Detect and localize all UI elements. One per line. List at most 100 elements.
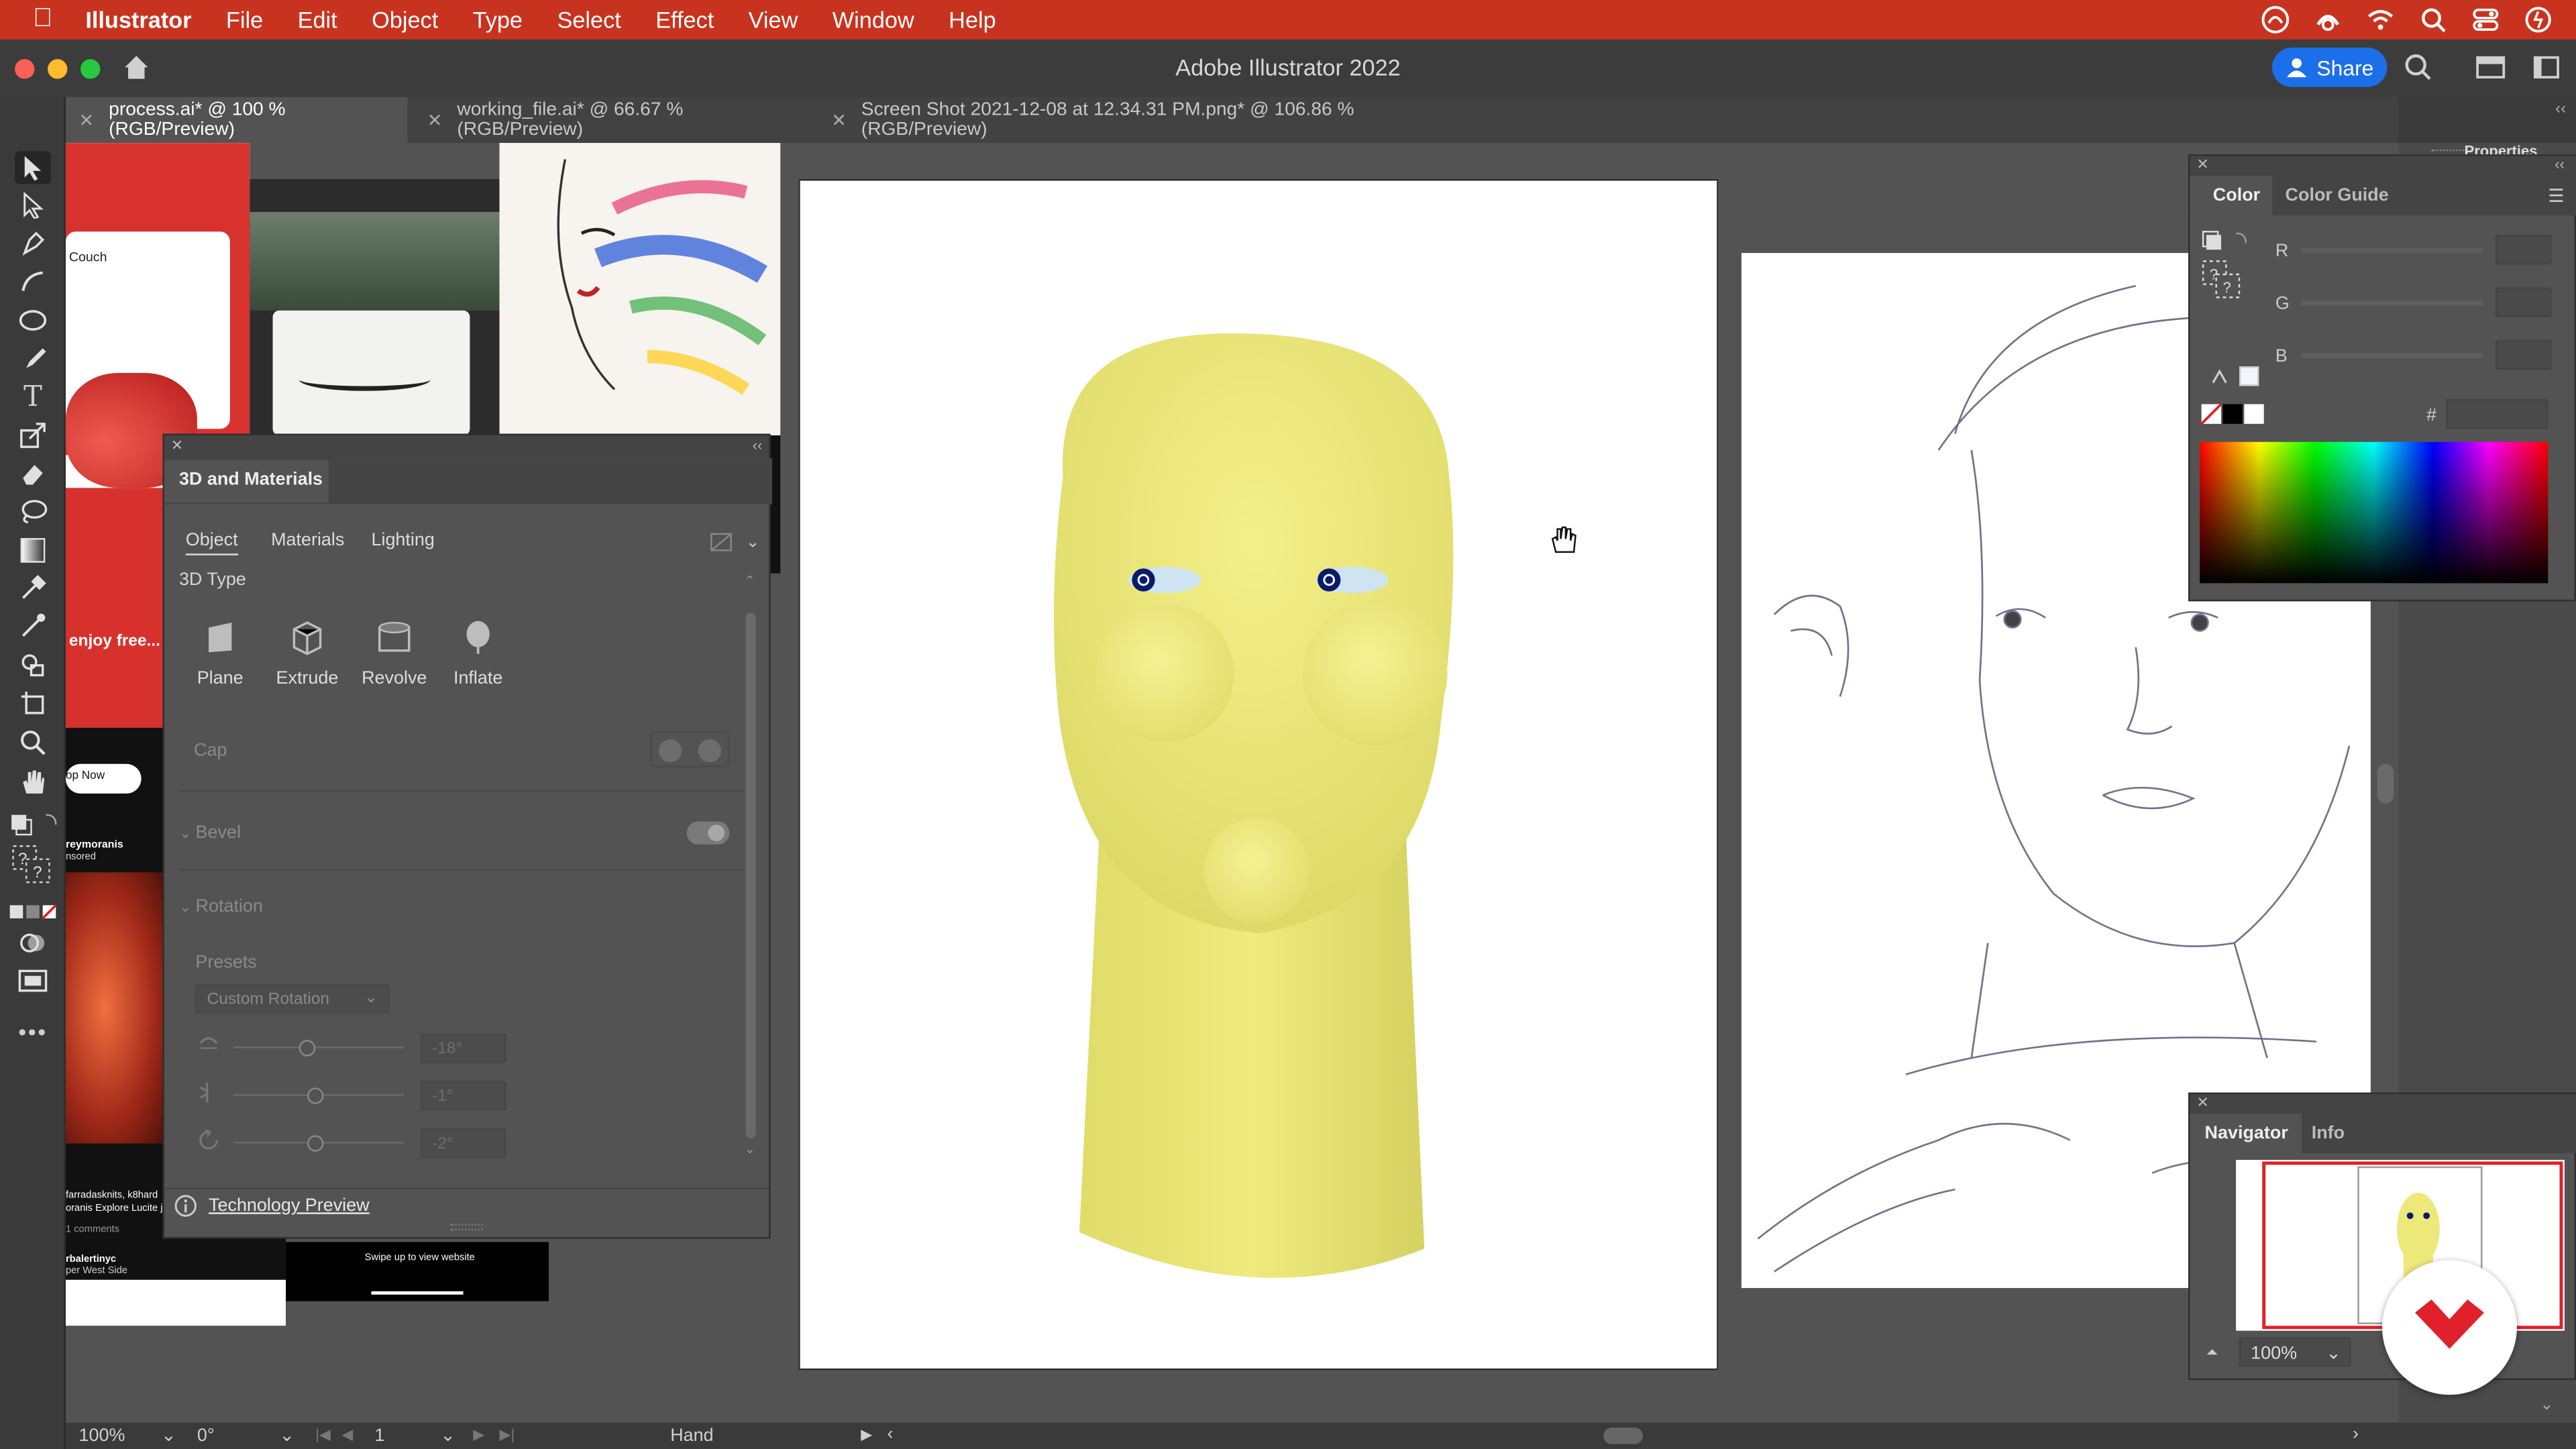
panel-resize-grip[interactable]	[450, 1224, 484, 1231]
inflate-button[interactable]: Inflate	[439, 619, 518, 688]
render-settings-icon[interactable]	[710, 532, 733, 557]
g-slider[interactable]	[2302, 301, 2483, 306]
panel-scrollbar[interactable]: ⌃ ⌄	[744, 574, 757, 1159]
menu-app-name[interactable]: Illustrator	[85, 7, 191, 33]
panel-title[interactable]: 3D and Materials	[164, 460, 329, 503]
web-safe-swatch[interactable]	[2239, 366, 2259, 386]
fill-stroke-swap-icon[interactable]	[7, 806, 62, 839]
navigator-zoom-field[interactable]: 100% ⌄	[2239, 1337, 2351, 1367]
tab-navigator[interactable]: Navigator	[2205, 1124, 2288, 1143]
rotate-y-field[interactable]: -1°	[420, 1081, 506, 1111]
symbol-sprayer-icon[interactable]	[15, 649, 51, 682]
hex-value-field[interactable]	[2446, 399, 2548, 429]
artboard-tool-icon[interactable]	[15, 687, 51, 720]
none-black-white-swatches[interactable]	[2200, 402, 2265, 431]
rotate-z-field[interactable]: -2°	[420, 1128, 506, 1159]
blend-tool-icon[interactable]	[15, 610, 51, 643]
close-tab-icon[interactable]: ✕	[427, 109, 443, 130]
draw-mode-icon[interactable]	[15, 926, 51, 959]
tab-color[interactable]: Color	[2213, 186, 2260, 205]
color-mode-icons[interactable]	[8, 896, 57, 928]
menu-view[interactable]: View	[749, 7, 798, 33]
tab-color-guide[interactable]: Color Guide	[2286, 186, 2389, 205]
siri-icon[interactable]	[2524, 5, 2553, 34]
rotate-x-field[interactable]: -18°	[420, 1033, 506, 1063]
chevron-down-icon[interactable]: ⌄	[746, 534, 760, 552]
close-panel-icon[interactable]: ✕	[171, 437, 183, 455]
cc-sync-icon[interactable]	[2313, 5, 2343, 34]
menu-type[interactable]: Type	[473, 7, 523, 33]
cap-toggle-group[interactable]	[650, 731, 730, 767]
wifi-icon[interactable]	[2366, 5, 2396, 34]
r-slider[interactable]	[2302, 248, 2483, 254]
tab-process[interactable]: ✕ process.ai* @ 100 % (RGB/Preview)	[65, 97, 408, 144]
tab-materials[interactable]: Materials	[271, 531, 344, 550]
lasso-tool-icon[interactable]	[15, 494, 51, 527]
edit-toolbar-icon[interactable]: •••	[15, 1015, 51, 1048]
scroll-left-icon[interactable]: ‹	[887, 1424, 893, 1444]
rotate-y-slider-handle[interactable]	[307, 1087, 324, 1104]
paintbrush-tool-icon[interactable]	[15, 341, 51, 374]
rotation-dropdown-icon[interactable]: ⌄	[279, 1424, 294, 1446]
search-icon[interactable]	[2404, 52, 2433, 87]
color-spectrum-picker[interactable]	[2200, 441, 2548, 584]
menu-select[interactable]: Select	[557, 7, 621, 33]
artboard-canvas[interactable]	[798, 178, 1719, 1371]
revolve-button[interactable]: Revolve	[355, 619, 434, 688]
curvature-tool-icon[interactable]	[15, 264, 51, 297]
zoom-dropdown-icon[interactable]: ⌄	[161, 1424, 176, 1446]
close-panel-icon[interactable]: ✕	[2196, 156, 2208, 174]
rotate-z-slider-handle[interactable]	[307, 1135, 324, 1152]
apple-icon[interactable]: 	[33, 5, 52, 34]
workspace-switcher-icon[interactable]	[2533, 56, 2559, 84]
close-panel-icon[interactable]: ✕	[2196, 1094, 2208, 1112]
eraser-tool-icon[interactable]	[15, 457, 51, 490]
out-of-gamut-icon[interactable]	[2210, 366, 2229, 391]
scroll-right-icon[interactable]: ›	[2353, 1424, 2359, 1444]
vertical-scrollbar-thumb[interactable]	[2377, 763, 2394, 804]
b-slider[interactable]	[2302, 353, 2483, 358]
next-artboard-icon[interactable]: ▶	[473, 1426, 484, 1444]
g-value-field[interactable]	[2496, 287, 2552, 317]
type-tool-icon[interactable]: T	[15, 381, 51, 414]
cap-off-icon[interactable]	[698, 739, 722, 763]
panel-collapse-icon[interactable]: ‹‹	[2398, 97, 2576, 144]
rotation-field[interactable]: 0°	[197, 1426, 215, 1446]
status-menu-icon[interactable]: ▶	[861, 1426, 872, 1444]
rotate-x-slider[interactable]	[233, 1046, 405, 1049]
b-value-field[interactable]	[2496, 339, 2552, 370]
screen-mode-icon[interactable]	[15, 965, 51, 998]
hand-tool-icon[interactable]	[15, 765, 51, 798]
fill-stroke-icon[interactable]: ??	[10, 845, 59, 888]
dock-scroll-down-icon[interactable]: ⌄	[2540, 1397, 2554, 1415]
gradient-tool-icon[interactable]	[15, 534, 51, 567]
arrange-documents-icon[interactable]	[2476, 56, 2506, 84]
close-tab-icon[interactable]: ✕	[79, 109, 95, 130]
artboard-dropdown-icon[interactable]: ⌄	[440, 1424, 455, 1446]
plane-button[interactable]: Plane	[180, 619, 260, 688]
collapse-panel-icon[interactable]: ‹‹	[753, 437, 763, 453]
close-tab-icon[interactable]: ✕	[831, 109, 847, 130]
control-center-icon[interactable]	[2471, 5, 2500, 34]
menu-object[interactable]: Object	[372, 7, 438, 33]
eyedropper-tool-icon[interactable]	[15, 572, 51, 604]
rotation-section[interactable]: ⌄ Rotation	[179, 897, 263, 916]
first-artboard-icon[interactable]: |◀	[315, 1426, 331, 1444]
technology-preview-link[interactable]: Technology Preview	[209, 1196, 370, 1216]
artboard-number-field[interactable]: 1	[374, 1426, 384, 1446]
spotlight-search-icon[interactable]	[2418, 5, 2448, 34]
menu-window[interactable]: Window	[833, 7, 914, 33]
horizontal-scrollbar-thumb[interactable]	[1603, 1428, 1643, 1444]
rotate-x-slider-handle[interactable]	[299, 1040, 316, 1057]
menu-file[interactable]: File	[226, 7, 263, 33]
share-button[interactable]: Share	[2271, 48, 2387, 87]
direct-selection-tool-icon[interactable]	[15, 189, 51, 222]
creative-cloud-icon[interactable]	[2261, 5, 2290, 34]
panel-menu-icon[interactable]: ☰	[2548, 186, 2564, 207]
r-value-field[interactable]	[2496, 235, 2552, 265]
tab-object[interactable]: Object	[185, 531, 238, 555]
tab-screenshot[interactable]: ✕ Screen Shot 2021-12-08 at 12.34.31 PM.…	[818, 97, 1476, 143]
menu-effect[interactable]: Effect	[655, 7, 714, 33]
pen-tool-icon[interactable]	[15, 227, 51, 260]
tab-lighting[interactable]: Lighting	[371, 531, 434, 550]
